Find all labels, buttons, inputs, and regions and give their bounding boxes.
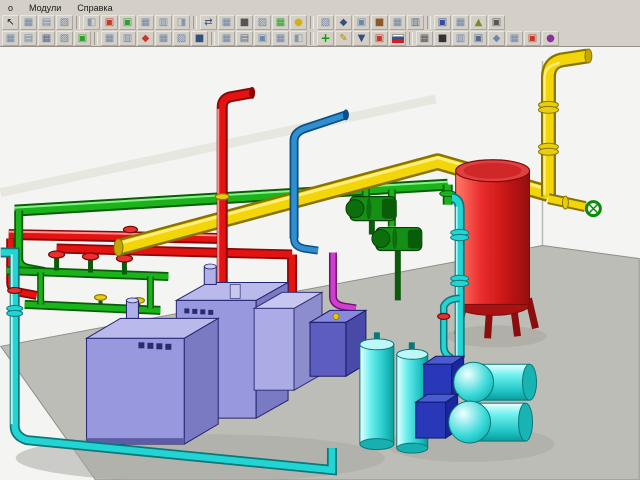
icon-green-fitting[interactable]: ▣ — [119, 15, 136, 30]
boiler-1[interactable] — [87, 298, 219, 444]
icon-dark-box-1[interactable]: ▦ — [416, 31, 433, 46]
icon-blue-block[interactable]: ■ — [191, 31, 208, 46]
icon-equip-box-11[interactable]: ▣ — [254, 31, 271, 46]
icon-component-box-14[interactable]: ▦ — [452, 15, 469, 30]
icon-select-arrow[interactable]: ↖ — [2, 15, 19, 30]
icon-component-box-3[interactable]: ▧ — [56, 15, 73, 30]
icon-equip-box-1[interactable]: ▦ — [2, 31, 19, 46]
icon-flag-ru[interactable] — [389, 31, 406, 46]
icon-component-box-4[interactable]: ◧ — [83, 15, 100, 30]
toolbar-row-2: ▦▤▦▧▣▦▥◆▦▨■▦▤▣▦◧+✎▼▣▦■▥▣◆▦▣● — [0, 30, 640, 46]
icon-equip-box-16[interactable]: ▦ — [506, 31, 523, 46]
toolbar-separator — [193, 16, 197, 29]
icon-component-box-2[interactable]: ▤ — [38, 15, 55, 30]
toolbar-separator — [76, 16, 80, 29]
icon-triangle-tool[interactable]: ▲ — [470, 15, 487, 30]
icon-equip-box-15[interactable]: ▣ — [470, 31, 487, 46]
menu-item-help[interactable]: Справка — [77, 3, 112, 13]
icon-green-box[interactable]: ▦ — [272, 15, 289, 30]
control-unit-blue[interactable] — [310, 310, 366, 376]
icon-component-box-8[interactable]: ▦ — [218, 15, 235, 30]
icon-brown-block[interactable]: ■ — [371, 15, 388, 30]
icon-red-fitting[interactable]: ▣ — [101, 15, 118, 30]
vessel-cyan-column-1[interactable] — [360, 332, 394, 449]
icon-component-box-11[interactable]: ▣ — [353, 15, 370, 30]
icon-equip-box-14[interactable]: ▥ — [452, 31, 469, 46]
icon-component-box-5[interactable]: ▦ — [137, 15, 154, 30]
icon-purple-sphere[interactable]: ● — [542, 31, 559, 46]
icon-pencil-edit[interactable]: ✎ — [335, 31, 352, 46]
icon-equip-box-5[interactable]: ▦ — [101, 31, 118, 46]
icon-component-box-7[interactable]: ◨ — [173, 15, 190, 30]
icon-red-diamond-valve[interactable]: ◆ — [137, 31, 154, 46]
icon-green-pump[interactable]: ▣ — [74, 31, 91, 46]
icon-add-green-plus[interactable]: + — [317, 31, 334, 46]
toolbar-separator — [427, 16, 431, 29]
icon-red-marker[interactable]: ▣ — [371, 31, 388, 46]
viewport-3d-model[interactable] — [0, 46, 640, 480]
icon-equip-box-12[interactable]: ▦ — [272, 31, 289, 46]
toolbar-separator — [310, 16, 314, 29]
icon-component-box-6[interactable]: ▥ — [155, 15, 172, 30]
menu-bar: о Модули Справка — [0, 0, 640, 14]
icon-equip-box-7[interactable]: ▦ — [155, 31, 172, 46]
icon-component-box-1[interactable]: ▦ — [20, 15, 37, 30]
icon-yellow-sphere[interactable]: ● — [290, 15, 307, 30]
valve-handwheel-yellow-riser — [215, 194, 229, 200]
valve-handwheel-red-cyan — [8, 287, 22, 293]
flag-stripe-r — [392, 40, 404, 43]
icon-component-box-10[interactable]: ▧ — [317, 15, 334, 30]
icon-equip-box-2[interactable]: ▤ — [20, 31, 37, 46]
icon-equip-box-9[interactable]: ▦ — [218, 31, 235, 46]
icon-dark-box-2[interactable]: ■ — [434, 31, 451, 46]
icon-equip-box-3[interactable]: ▦ — [38, 31, 55, 46]
icon-equip-box-10[interactable]: ▤ — [236, 31, 253, 46]
valve-handwheel-green[interactable] — [586, 202, 600, 216]
menu-item-truncated[interactable]: о — [8, 3, 13, 13]
icon-equip-box-13[interactable]: ◧ — [290, 31, 307, 46]
icon-dark-block[interactable]: ■ — [236, 15, 253, 30]
toolbar-separator — [211, 32, 215, 45]
icon-dropdown-tool[interactable]: ▼ — [353, 31, 370, 46]
icon-equip-box-6[interactable]: ▥ — [119, 31, 136, 46]
icon-gray-fitting[interactable]: ▣ — [488, 15, 505, 30]
icon-component-box-9[interactable]: ▨ — [254, 15, 271, 30]
toolbar-separator — [94, 32, 98, 45]
icon-diamond-part[interactable]: ◆ — [488, 31, 505, 46]
icon-equip-box-4[interactable]: ▧ — [56, 31, 73, 46]
valve-handwheel-red — [123, 226, 137, 232]
icon-blue-fitting[interactable]: ▣ — [434, 15, 451, 30]
icon-component-box-13[interactable]: ▥ — [407, 15, 424, 30]
icon-red-part[interactable]: ▣ — [524, 31, 541, 46]
icon-equip-box-8[interactable]: ▨ — [173, 31, 190, 46]
valve-handwheel-red-right — [438, 313, 450, 319]
toolbar-separator — [409, 32, 413, 45]
toolbar-separator — [310, 32, 314, 45]
menu-item-modules[interactable]: Модули — [29, 3, 61, 13]
toolbar-row-1: ↖▦▤▧◧▣▣▦▥◨⇄▦■▨▦●▧◆▣■▦▥▣▦▲▣ — [0, 14, 640, 30]
icon-swap-arrows[interactable]: ⇄ — [200, 15, 217, 30]
icon-diamond-fitting[interactable]: ◆ — [335, 15, 352, 30]
icon-component-box-12[interactable]: ▦ — [389, 15, 406, 30]
